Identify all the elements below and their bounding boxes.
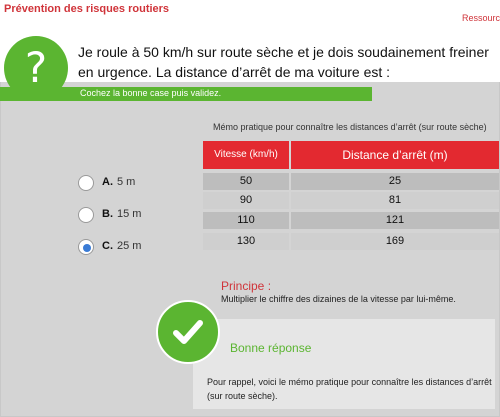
cell-distance-4: 169 [291,233,499,250]
top-bar: Prévention des risques routiers Ressourc [0,0,500,26]
principe-text: Multiplier le chiffre des dizaines de la… [221,294,456,304]
cell-speed-2: 90 [203,192,289,209]
checkmark-icon [156,300,220,364]
instruction-text: Cochez la bonne case puis validez. [80,88,222,98]
app-title: Prévention des risques routiers [4,3,170,15]
radio-selected-dot [83,244,91,252]
option-c-letter: C. [102,240,113,252]
radio-b[interactable] [78,207,94,223]
option-a-letter: A. [102,176,113,188]
radio-a[interactable] [78,175,94,191]
cell-distance-3: 121 [291,212,499,229]
option-a-value: 5 m [117,176,136,188]
resources-link[interactable]: Ressourc [462,13,500,23]
question-text: Je roule à 50 km/h sur route sèche et je… [78,44,489,80]
option-c-value: 25 m [117,240,142,252]
answer-feedback: Bonne réponse [230,341,312,355]
header-distance: Distance d’arrêt (m) [291,141,499,169]
header-speed: Vitesse (km/h) [203,141,289,169]
rappel-text: Pour rappel, voici le mémo pratique pour… [207,377,492,401]
memo-title: Mémo pratique pour connaître les distanc… [213,122,487,132]
cell-speed-1: 50 [203,173,289,190]
option-b-letter: B. [102,208,113,220]
option-b-value: 15 m [117,208,142,220]
cell-distance-1: 25 [291,173,499,190]
cell-distance-2: 81 [291,192,499,209]
radio-c[interactable] [78,239,94,255]
cell-speed-4: 130 [203,233,289,250]
cell-speed-3: 110 [203,212,289,229]
principe-title: Principe : [221,279,272,293]
